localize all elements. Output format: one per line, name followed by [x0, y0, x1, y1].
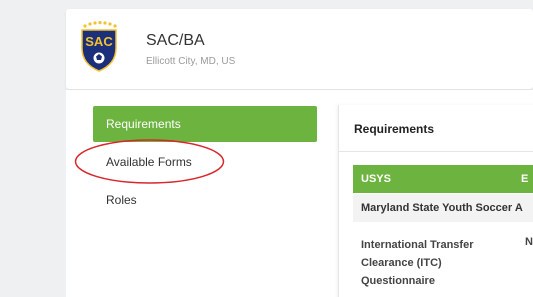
panel-title: Requirements — [354, 122, 435, 136]
group-label: Maryland State Youth Soccer A — [361, 202, 523, 214]
sidebar-nav: Requirements Available Forms Roles — [93, 106, 317, 220]
club-crest-logo: SAC — [81, 21, 117, 72]
main-content: Requirements Available Forms Roles Requi… — [66, 90, 533, 297]
page: SAC SAC/BA Ellicott City, MD, US Require… — [0, 0, 533, 297]
column-header-second: E — [521, 173, 529, 185]
svg-text:SAC: SAC — [85, 34, 113, 49]
sidebar-item-requirements[interactable]: Requirements — [93, 106, 317, 142]
organization-location: Ellicott City, MD, US — [146, 56, 236, 67]
table-header: USYS E — [353, 165, 533, 193]
requirements-panel: Requirements USYS E Maryland State Youth… — [338, 105, 533, 297]
requirement-value: N — [525, 236, 533, 248]
organization-header: SAC SAC/BA Ellicott City, MD, US — [66, 9, 533, 89]
sidebar-item-available-forms[interactable]: Available Forms — [93, 144, 317, 180]
organization-name: SAC/BA — [146, 32, 205, 49]
requirement-name: International Transfer Clearance (ITC) Q… — [361, 239, 474, 287]
table-row[interactable]: International Transfer Clearance (ITC) Q… — [353, 223, 533, 293]
panel-divider — [339, 151, 533, 152]
sidebar-item-roles[interactable]: Roles — [93, 182, 317, 218]
table-group-row: Maryland State Youth Soccer A — [353, 194, 533, 222]
column-header-usys: USYS — [361, 173, 391, 185]
